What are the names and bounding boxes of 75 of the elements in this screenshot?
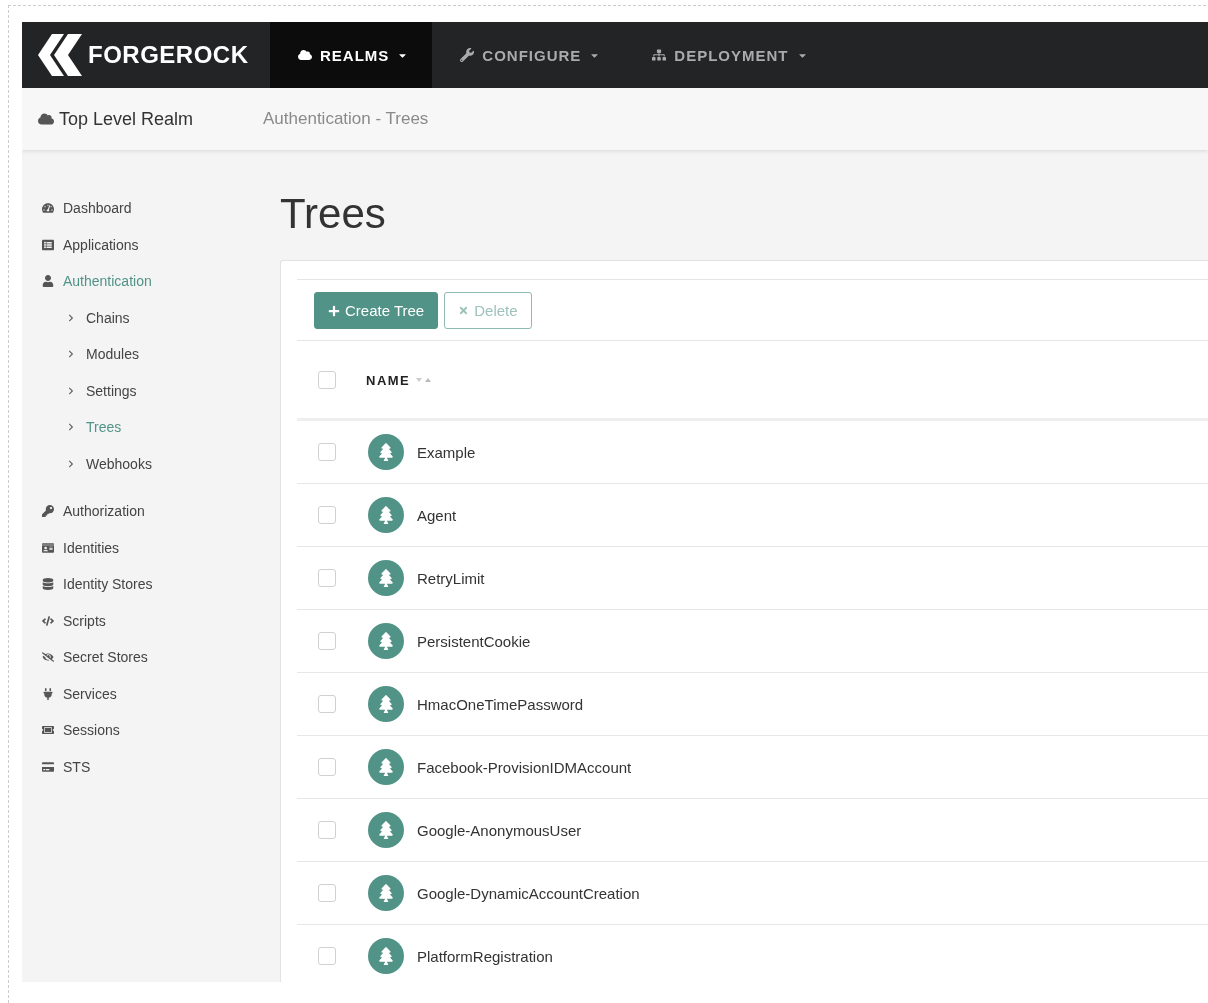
- tree-icon: [368, 560, 404, 596]
- cloud-icon: [38, 111, 54, 127]
- checkbox[interactable]: [318, 884, 336, 902]
- tree-icon: [368, 812, 404, 848]
- card-icon: [41, 760, 54, 773]
- tree-icon: [368, 686, 404, 722]
- brand-name: FORGEROCK: [88, 41, 249, 69]
- tree-icon: [368, 434, 404, 470]
- tree-icon: [368, 875, 404, 911]
- list-icon: [41, 238, 54, 251]
- checkbox[interactable]: [318, 758, 336, 776]
- checkbox[interactable]: [318, 443, 336, 461]
- close-icon: [458, 305, 470, 316]
- column-header[interactable]: NAME: [366, 372, 411, 388]
- sidebar-item[interactable]: Modules: [40, 336, 280, 373]
- sitemap-icon: [652, 48, 667, 62]
- key-icon: [41, 505, 54, 518]
- sidebar-item[interactable]: Chains: [40, 299, 280, 336]
- chevron-icon: [66, 313, 75, 322]
- tree-name[interactable]: Facebook-ProvisionIDMAccount: [417, 758, 632, 776]
- database-icon: [41, 578, 54, 591]
- checkbox[interactable]: [318, 506, 336, 524]
- checkbox[interactable]: [318, 821, 336, 839]
- eye-slash-icon: [41, 651, 54, 664]
- checkbox[interactable]: [318, 632, 336, 650]
- tree-icon: [368, 623, 404, 659]
- sidebar-item[interactable]: Services: [40, 675, 280, 712]
- chevron-icon: [66, 350, 75, 359]
- sidebar-item[interactable]: Dashboard: [40, 190, 280, 227]
- dashboard-icon: [41, 202, 54, 215]
- sidebar-item[interactable]: Secret Stores: [40, 639, 280, 676]
- plug-icon: [41, 687, 54, 700]
- plus-icon: [328, 304, 340, 317]
- create-tree-button[interactable]: Create Tree: [314, 292, 439, 329]
- chevron-icon: [66, 423, 75, 432]
- tree-name[interactable]: Google-DynamicAccountCreation: [417, 884, 640, 902]
- code-icon: [41, 614, 54, 627]
- sidebar-item[interactable]: Sessions: [40, 712, 280, 749]
- logo-icon: [38, 34, 82, 76]
- tree-name[interactable]: Agent: [417, 506, 457, 524]
- nav-tab[interactable]: REALMS: [270, 22, 433, 88]
- sidebar-item[interactable]: Scripts: [40, 602, 280, 639]
- page-title: Trees: [280, 190, 387, 238]
- user-icon: [41, 275, 54, 288]
- chevron-icon: [66, 386, 75, 395]
- tree-icon: [368, 749, 404, 785]
- tree-icon: [368, 938, 404, 974]
- sidebar-item[interactable]: Settings: [40, 372, 280, 409]
- realm-name: Top Level Realm: [59, 108, 194, 130]
- sort-icon: [416, 377, 433, 383]
- tree-name[interactable]: Google-AnonymousUser: [417, 821, 582, 839]
- sidebar-item[interactable]: STS: [40, 748, 280, 785]
- sidebar-item[interactable]: Webhooks: [40, 445, 280, 482]
- breadcrumb: Authentication - Trees: [263, 109, 429, 129]
- checkbox[interactable]: [318, 371, 336, 389]
- nav-tab[interactable]: CONFIGURE: [432, 22, 625, 88]
- chevron-icon: [66, 459, 75, 468]
- tree-name[interactable]: PersistentCookie: [417, 632, 531, 650]
- tree-name[interactable]: HmacOneTimePassword: [417, 695, 584, 713]
- tree-name[interactable]: RetryLimit: [417, 569, 485, 587]
- checkbox[interactable]: [318, 695, 336, 713]
- ticket-icon: [41, 724, 54, 737]
- tree-icon: [368, 497, 404, 533]
- id-card-icon: [41, 541, 54, 554]
- cloud-icon: [298, 48, 312, 62]
- wrench-icon: [460, 48, 475, 62]
- sidebar-item[interactable]: Applications: [40, 226, 280, 263]
- checkbox[interactable]: [318, 569, 336, 587]
- sidebar-item[interactable]: Authorization: [40, 493, 280, 530]
- sidebar-item[interactable]: Identity Stores: [40, 566, 280, 603]
- nav-tab[interactable]: DEPLOYMENT: [624, 22, 832, 88]
- tree-name[interactable]: Example: [417, 443, 476, 461]
- tree-name[interactable]: PlatformRegistration: [417, 947, 553, 965]
- checkbox[interactable]: [318, 947, 336, 965]
- sidebar-item[interactable]: Identities: [40, 529, 280, 566]
